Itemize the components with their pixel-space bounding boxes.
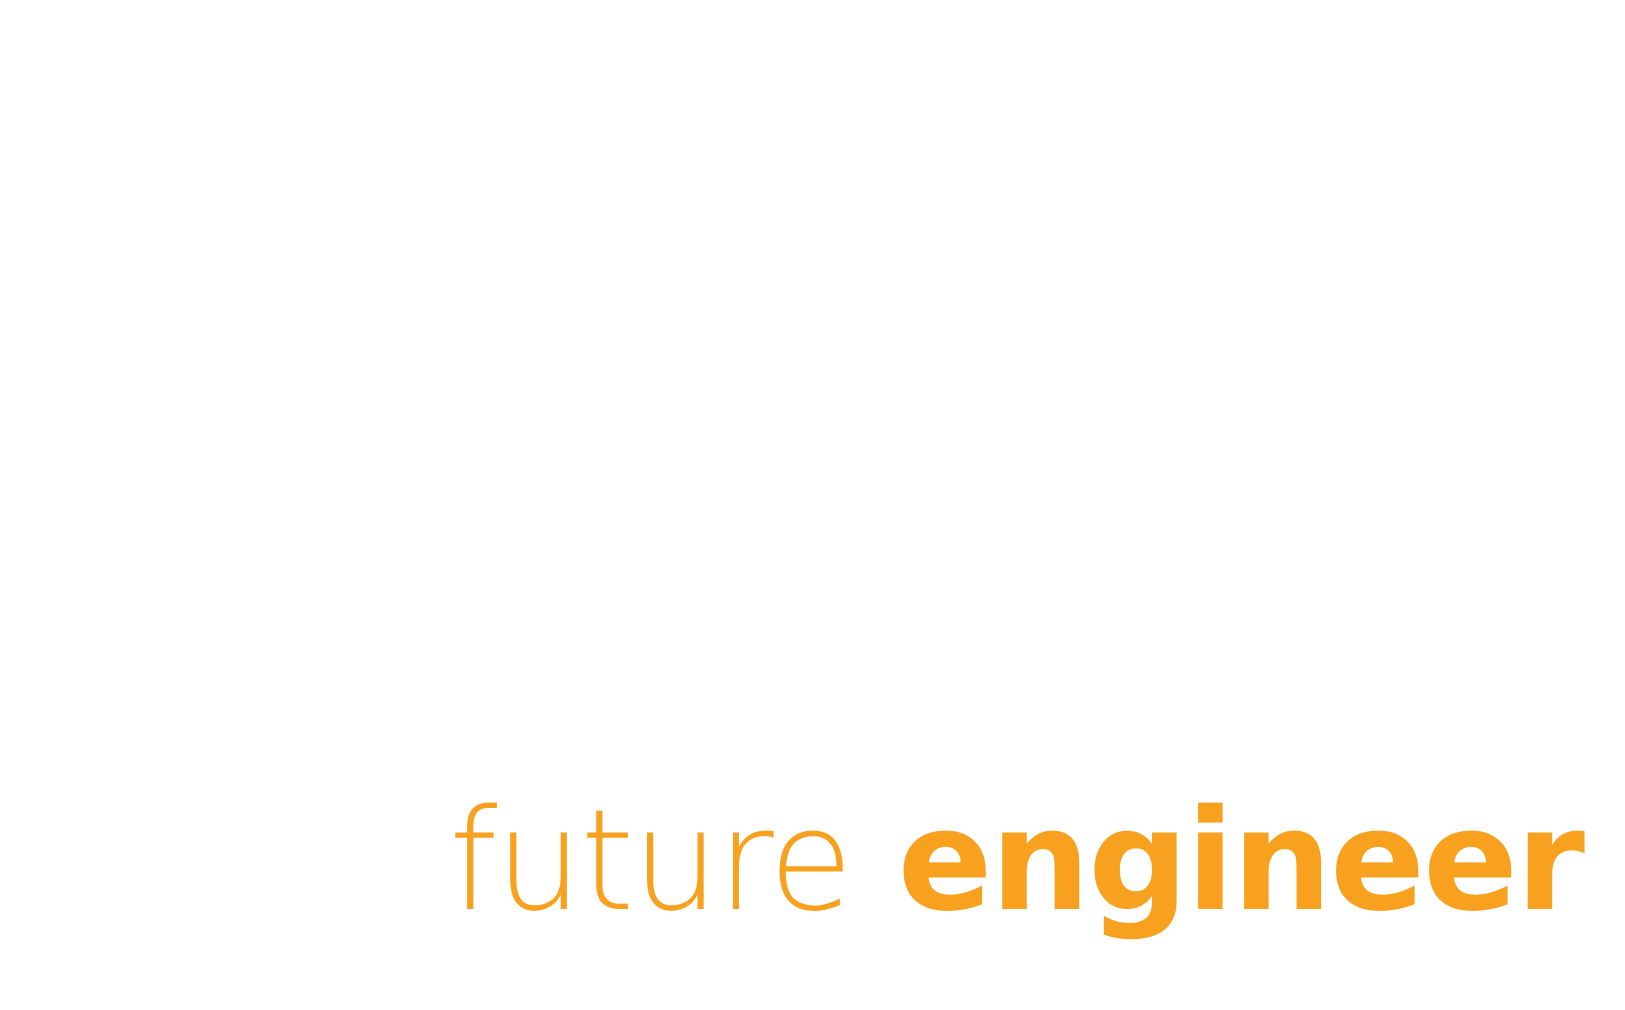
logo-word-future: future <box>448 780 853 943</box>
logo-word-engineer: engineer <box>897 780 1585 943</box>
future-engineer-logo: future engineer <box>445 780 1585 943</box>
page-canvas: future engineer <box>0 0 1625 1010</box>
